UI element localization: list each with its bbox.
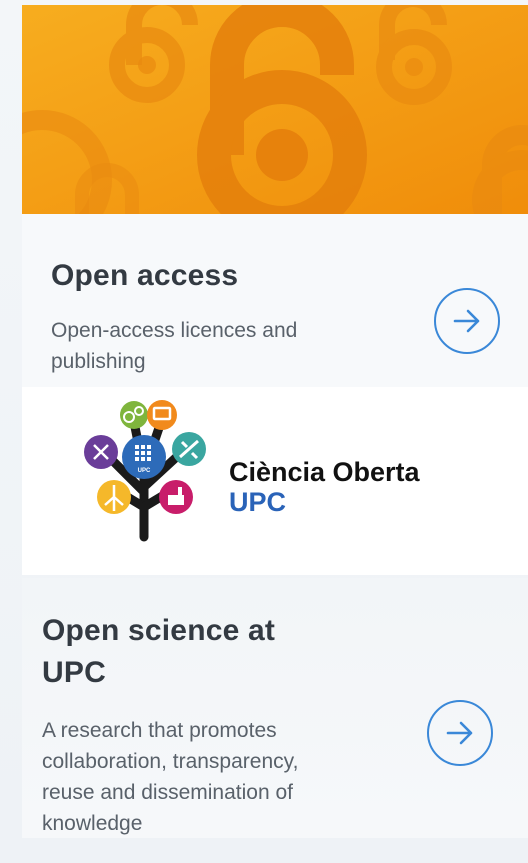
open-access-arrow-button[interactable]	[434, 288, 500, 354]
ciencia-oberta-card[interactable]: UPC Ciència Oberta UPC	[22, 387, 528, 575]
open-access-card[interactable]: Open access Open-access licences and pub…	[22, 5, 528, 387]
open-science-arrow-button[interactable]	[427, 700, 493, 766]
ciencia-oberta-title: Ciència Oberta	[229, 457, 420, 487]
open-access-lock-icon	[22, 5, 528, 214]
arrow-right-icon	[453, 309, 480, 333]
page: Open access Open-access licences and pub…	[0, 0, 528, 863]
open-science-title: Open science at UPC	[42, 610, 275, 694]
open-access-banner	[22, 5, 528, 214]
ciencia-oberta-tree-logo: UPC	[84, 400, 206, 542]
open-science-title-line: UPC	[42, 656, 106, 689]
open-science-description-line: collaboration, transparency,	[42, 750, 299, 773]
open-access-title: Open access	[51, 259, 239, 292]
tree-badge-text: UPC	[138, 468, 151, 474]
open-science-description-line: knowledge	[42, 812, 143, 835]
open-access-description-line: Open-access licences and	[51, 319, 298, 342]
open-science-title-line: Open science at	[42, 614, 276, 647]
arrow-right-icon	[446, 721, 473, 745]
open-science-card[interactable]: Open science at UPC A research that prom…	[22, 578, 528, 838]
open-access-description-line: publishing	[51, 350, 146, 373]
ciencia-oberta-subtitle: UPC	[229, 487, 287, 517]
open-science-description-line: reuse and dissemination of	[42, 781, 293, 804]
open-science-description: A research that promotes collaboration, …	[42, 715, 298, 839]
open-science-description-line: A research that promotes	[42, 719, 277, 742]
open-access-description: Open-access licences and publishing	[51, 315, 297, 377]
